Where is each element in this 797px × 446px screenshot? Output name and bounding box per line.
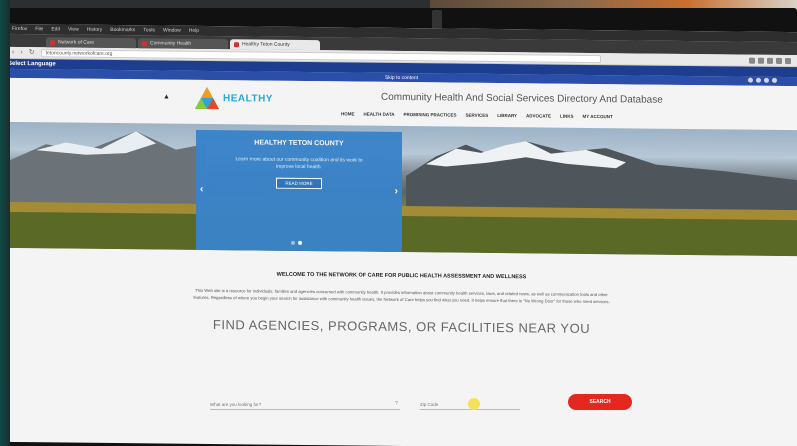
photo-background: Firefox File Edit View History Bookmarks… [0, 0, 797, 446]
hero-banner: HEALTHY TETON COUNTY Learn more about ou… [6, 121, 797, 257]
nav-home[interactable]: HOME [341, 111, 355, 116]
browser-window: Firefox File Edit View History Bookmarks… [6, 23, 797, 446]
browser-tab[interactable]: Community Health [138, 38, 228, 50]
photo-edge [0, 0, 10, 446]
nav-my-account[interactable]: MY ACCOUNT [582, 114, 612, 119]
menu-item[interactable]: Help [189, 28, 199, 34]
welcome-title: WELCOME TO THE NETWORK OF CARE FOR PUBLI… [276, 271, 527, 281]
extension-icons [749, 57, 791, 64]
nav-advocate[interactable]: ADVOCATE [526, 113, 551, 118]
menu-item[interactable]: File [35, 26, 43, 32]
accessibility-tools [748, 77, 777, 83]
locate-icon[interactable] [468, 398, 480, 410]
nav-health-data[interactable]: HEALTH DATA [364, 112, 395, 117]
hero-card: HEALTHY TETON COUNTY Learn more about ou… [196, 129, 402, 257]
extension-icon[interactable] [767, 57, 773, 64]
nav-promising-practices[interactable]: PROMISING PRACTICES [404, 112, 457, 118]
hero-text: Learn more about our community coalition… [235, 156, 363, 171]
carousel-dot-active[interactable] [298, 240, 302, 245]
mouse-cursor-icon: ▲ [163, 93, 170, 101]
browser-tab-active[interactable]: Healthy Teton County [230, 39, 320, 51]
search-input[interactable] [210, 400, 400, 410]
nav-services[interactable]: SERVICES [466, 113, 489, 118]
skip-to-content-link[interactable]: Skip to content [385, 74, 418, 80]
carousel-dot[interactable] [291, 240, 295, 245]
nav-links[interactable]: LINKS [560, 114, 574, 119]
webcam [432, 10, 442, 30]
main-nav: HOME HEALTH DATA PROMISING PRACTICES SER… [341, 111, 613, 119]
menu-item[interactable]: History [87, 27, 103, 33]
menu-item[interactable]: Firefox [12, 26, 27, 32]
welcome-section: WELCOME TO THE NETWORK OF CARE FOR PUBLI… [6, 248, 797, 338]
browser-tab[interactable]: Network of Care [46, 37, 136, 49]
tab-label: Network of Care [58, 39, 95, 46]
favicon-icon [50, 39, 55, 45]
logo-text: HEALTHY [223, 92, 273, 105]
help-icon[interactable]: ? [395, 401, 398, 407]
back-icon[interactable]: ‹ [12, 49, 14, 56]
nav-library[interactable]: LIBRARY [497, 113, 517, 118]
menu-item[interactable]: View [68, 27, 79, 33]
select-language-label[interactable]: Select Language [8, 61, 56, 67]
extension-icon[interactable] [776, 57, 782, 64]
email-icon[interactable] [772, 77, 777, 83]
text-size-icon[interactable] [748, 77, 753, 83]
menu-item[interactable]: Window [163, 28, 181, 34]
logo-mark-icon [195, 86, 219, 110]
chevron-right-icon[interactable]: › [395, 186, 398, 197]
search-button[interactable]: SEARCH [568, 394, 632, 410]
find-heading: FIND AGENCIES, PROGRAMS, OR FACILITIES N… [212, 317, 591, 336]
menu-icon[interactable] [785, 57, 791, 64]
favicon-icon [142, 40, 147, 46]
search-row: ? SEARCH [0, 394, 791, 418]
share-icon[interactable] [764, 77, 769, 83]
tab-label: Community Health [150, 40, 192, 47]
read-more-button[interactable]: READ MORE [276, 177, 322, 190]
site-title: Community Health And Social Services Dir… [381, 91, 663, 106]
extension-icon[interactable] [749, 57, 755, 64]
carousel-dots [291, 240, 302, 245]
chevron-left-icon[interactable]: ‹ [200, 184, 203, 195]
welcome-body: This Web site is a resource for individu… [193, 287, 610, 305]
favicon-icon [234, 41, 239, 47]
menu-item[interactable]: Bookmarks [110, 27, 135, 33]
menu-item[interactable]: Tools [143, 27, 155, 33]
forward-icon[interactable]: › [20, 49, 22, 56]
extension-icon[interactable] [758, 57, 764, 64]
print-icon[interactable] [756, 77, 761, 83]
tab-label: Healthy Teton County [242, 41, 290, 48]
menu-item[interactable]: Edit [51, 26, 60, 32]
hero-title: HEALTHY TETON COUNTY [254, 139, 344, 148]
site-logo[interactable]: HEALTHY [194, 86, 273, 111]
reload-icon[interactable]: ↻ [29, 49, 35, 56]
